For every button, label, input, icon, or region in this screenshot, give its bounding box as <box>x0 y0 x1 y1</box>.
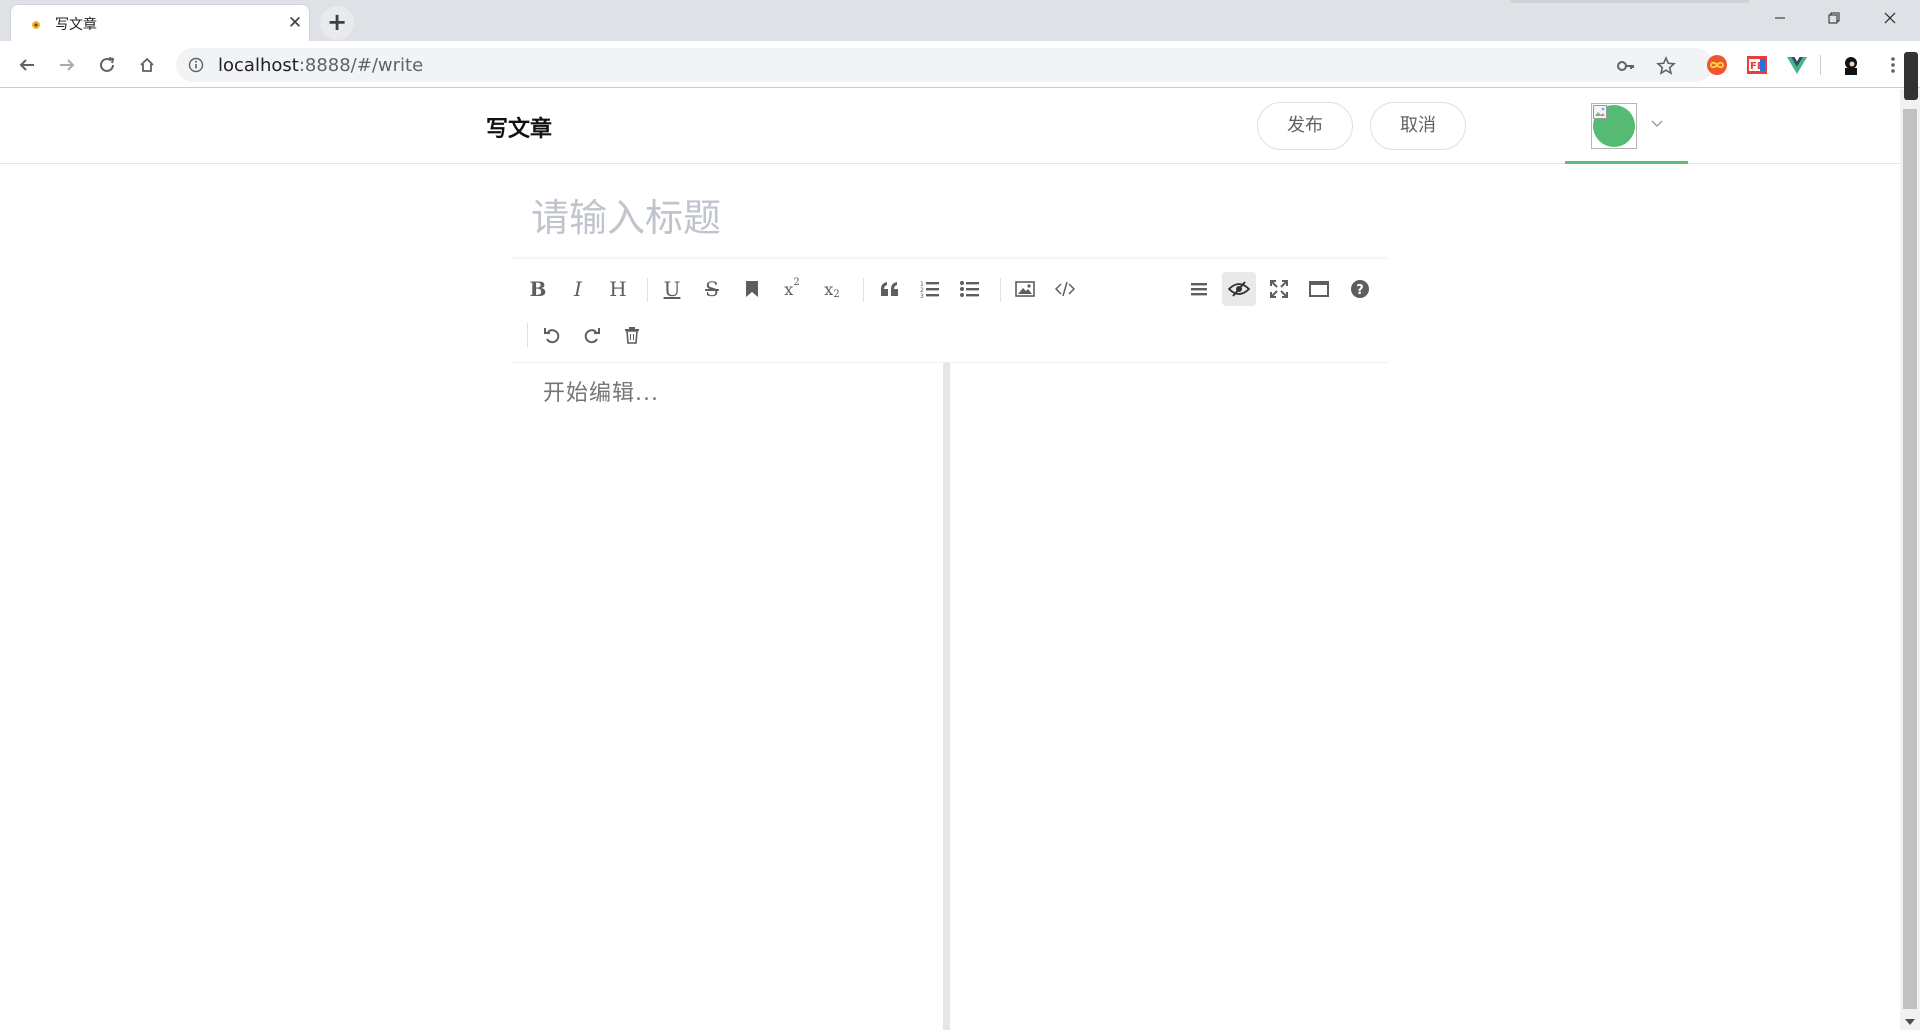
profile-avatar-icon[interactable] <box>1840 54 1862 76</box>
home-button[interactable] <box>132 50 162 80</box>
scrollbar-thumb[interactable] <box>1903 109 1917 1009</box>
page: 写文章 发布 取消 B I H U S x2 x2 123 <box>0 89 1900 1030</box>
toolbar-separator <box>863 278 864 302</box>
chrome-menu-icon[interactable] <box>1882 54 1904 76</box>
back-button[interactable] <box>12 50 42 80</box>
svg-text:?: ? <box>1356 283 1364 298</box>
restore-button[interactable] <box>1806 0 1862 36</box>
user-menu[interactable] <box>1565 89 1688 164</box>
read-mode-icon[interactable] <box>1302 272 1336 306</box>
heading-icon[interactable]: H <box>601 272 635 306</box>
bold-icon[interactable]: B <box>521 272 555 306</box>
minimize-button[interactable] <box>1752 0 1808 36</box>
vue-devtools-icon[interactable] <box>1786 54 1808 76</box>
page-scrollbar[interactable] <box>1900 89 1920 1030</box>
quote-icon[interactable] <box>873 272 907 306</box>
broken-image-icon <box>1593 105 1607 119</box>
url-host: localhost <box>218 55 299 76</box>
back-arrow-icon <box>19 59 34 71</box>
markdown-preview-pane <box>950 363 1388 1030</box>
close-window-button[interactable] <box>1862 0 1918 36</box>
url-path: :8888/#/write <box>298 55 424 76</box>
italic-icon[interactable]: I <box>561 272 595 306</box>
preview-toggle-icon[interactable] <box>1222 272 1256 306</box>
strikethrough-icon[interactable]: S <box>695 272 729 306</box>
toolbar-separator <box>527 323 528 347</box>
plus-icon: + <box>326 8 348 36</box>
reload-icon <box>100 57 115 72</box>
navigation-icon[interactable] <box>1182 272 1216 306</box>
browser-toolbar: localhost:8888/#/write FE <box>0 41 1920 88</box>
address-bar[interactable]: localhost:8888/#/write <box>176 48 1713 82</box>
side-extension-badge <box>1904 52 1918 100</box>
image-icon[interactable] <box>1008 272 1042 306</box>
new-tab-button[interactable]: + <box>320 6 354 40</box>
key-icon[interactable] <box>1616 56 1636 76</box>
svg-text:3: 3 <box>920 293 924 298</box>
tab-title: 写文章 <box>55 17 97 33</box>
minimize-icon <box>1775 17 1785 19</box>
superscript-icon[interactable]: x2 <box>775 272 809 306</box>
scroll-down-icon[interactable] <box>1905 1019 1915 1025</box>
toolbar-separator <box>647 278 648 302</box>
page-title: 写文章 <box>486 117 553 142</box>
toolbar-divider <box>1820 55 1821 75</box>
publish-button[interactable]: 发布 <box>1257 102 1353 150</box>
favicon-icon <box>32 21 40 29</box>
window-drag-indicator <box>1510 0 1750 3</box>
forward-arrow-icon <box>60 59 75 71</box>
url-text[interactable]: localhost:8888/#/write <box>218 55 423 76</box>
pane-divider[interactable] <box>943 363 950 1030</box>
star-icon[interactable] <box>1656 56 1676 76</box>
help-icon[interactable]: ? <box>1343 272 1377 306</box>
avatar[interactable] <box>1591 103 1637 149</box>
subscript-icon[interactable]: x2 <box>815 272 849 306</box>
markdown-input-pane[interactable]: 开始编辑... <box>512 363 943 1030</box>
underline-icon[interactable]: U <box>655 272 689 306</box>
info-icon[interactable] <box>188 57 204 73</box>
redo-icon[interactable] <box>575 318 609 352</box>
close-icon <box>1884 12 1896 24</box>
undo-icon[interactable] <box>535 318 569 352</box>
home-icon <box>140 57 154 72</box>
fullscreen-icon[interactable] <box>1262 272 1296 306</box>
fe-extension-icon[interactable]: FE <box>1746 54 1768 76</box>
markdown-toolbar: B I H U S x2 x2 123 ? <box>512 261 1388 363</box>
unordered-list-icon[interactable] <box>953 272 987 306</box>
title-input[interactable] <box>512 187 1388 249</box>
infinity-extension-icon[interactable] <box>1706 54 1728 76</box>
cancel-button[interactable]: 取消 <box>1370 102 1466 150</box>
trash-icon[interactable] <box>615 318 649 352</box>
browser-tabstrip: 写文章 ✕ + <box>0 0 1920 41</box>
ordered-list-icon[interactable]: 123 <box>913 272 947 306</box>
browser-tab[interactable]: 写文章 ✕ <box>10 4 310 41</box>
content-placeholder: 开始编辑... <box>543 381 659 406</box>
toolbar-separator <box>1000 278 1001 302</box>
app-header: 写文章 发布 取消 <box>0 89 1900 164</box>
restore-icon <box>1828 12 1840 24</box>
mark-icon[interactable] <box>735 272 769 306</box>
tab-close-icon[interactable]: ✕ <box>284 12 306 34</box>
chevron-down-icon <box>1651 120 1663 127</box>
forward-button[interactable] <box>52 50 82 80</box>
code-icon[interactable] <box>1048 272 1082 306</box>
reload-button[interactable] <box>92 50 122 80</box>
